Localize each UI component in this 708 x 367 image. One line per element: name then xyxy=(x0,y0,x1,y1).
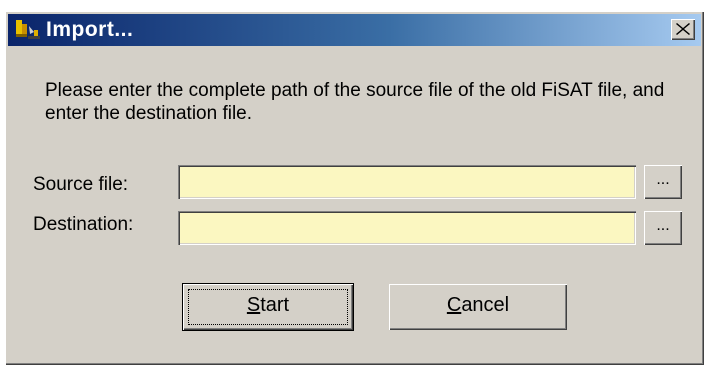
cancel-mnemonic: C xyxy=(446,294,462,316)
window-title: Import... xyxy=(46,18,134,41)
source-file-label: Source file: xyxy=(33,174,129,195)
fisat-app-icon xyxy=(16,20,40,39)
cancel-label-rest: ancel xyxy=(461,294,510,316)
start-button[interactable]: Start xyxy=(183,284,353,330)
start-label: Start xyxy=(247,294,289,316)
destination-browse-button[interactable]: ... xyxy=(644,211,682,245)
cancel-button[interactable]: Cancel xyxy=(389,284,567,330)
destination-input[interactable] xyxy=(178,211,636,245)
source-file-input[interactable] xyxy=(178,165,636,199)
import-dialog: Import... Please enter the complete path… xyxy=(5,11,704,365)
close-icon xyxy=(676,23,690,35)
start-label-rest: tart xyxy=(260,294,290,316)
close-button[interactable] xyxy=(671,19,695,40)
start-mnemonic: S xyxy=(246,294,261,316)
instructions-text: Please enter the complete path of the so… xyxy=(45,80,665,124)
title-bar[interactable]: Import... xyxy=(8,14,701,46)
destination-label: Destination: xyxy=(33,214,134,235)
cancel-label: Cancel xyxy=(447,294,509,316)
source-browse-button[interactable]: ... xyxy=(644,165,682,199)
